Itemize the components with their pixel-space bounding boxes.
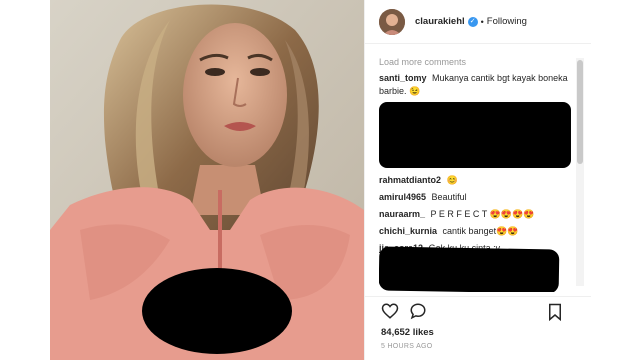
separator-dot: •	[480, 16, 484, 27]
comment-username[interactable]: rahmatdianto2	[379, 175, 441, 185]
scrollbar-thumb[interactable]	[577, 60, 583, 164]
post-timestamp: 5 HOURS AGO	[381, 343, 433, 350]
post-header: claurakiehl ✓ • Following	[365, 0, 591, 44]
load-more-comments-link[interactable]: Load more comments	[379, 52, 575, 72]
following-button[interactable]: Following	[487, 16, 527, 27]
heart-icon[interactable]	[381, 302, 399, 320]
post-actions: 84,652 likes 5 HOURS AGO	[365, 296, 591, 360]
comment-text: Beautiful	[431, 192, 467, 202]
comment-text: cantik banget😍😍	[442, 226, 519, 236]
post-photo[interactable]	[50, 0, 364, 360]
comment: amirul4965 Beautiful	[379, 191, 575, 204]
comment-username[interactable]: chichi_kurnia	[379, 226, 437, 236]
avatar[interactable]	[379, 8, 405, 35]
screenshot: claurakiehl ✓ • Following Load more comm…	[0, 0, 640, 360]
comment-username[interactable]: amirul4965	[379, 192, 426, 202]
comment-username[interactable]: nauraarm_	[379, 209, 425, 219]
comment-username[interactable]: santi_tomy	[379, 73, 427, 83]
post-panel: claurakiehl ✓ • Following Load more comm…	[364, 0, 591, 360]
redaction-blob	[379, 246, 560, 292]
comment-text: P E R F E C T 😍😍😍😍	[430, 209, 535, 219]
redaction-blob	[142, 268, 292, 354]
comment: santi_tomy Mukanya cantik bgt kayak bone…	[379, 72, 575, 98]
action-icons	[381, 297, 591, 325]
comment: chichi_kurnia cantik banget😍😍	[379, 225, 575, 238]
username-link[interactable]: claurakiehl	[415, 16, 465, 27]
comment: rahmatdianto2 😊	[379, 174, 575, 187]
comment-icon[interactable]	[409, 302, 427, 320]
bookmark-icon[interactable]	[547, 303, 563, 321]
redaction-blob	[379, 102, 571, 168]
comment-text: 😊	[446, 175, 458, 185]
comment: nauraarm_ P E R F E C T 😍😍😍😍	[379, 208, 575, 221]
likes-count[interactable]: 84,652 likes	[381, 327, 591, 338]
verified-badge-icon: ✓	[467, 16, 478, 27]
comments-scrollbar[interactable]	[576, 58, 584, 286]
comments-list: Load more comments santi_tomy Mukanya ca…	[379, 52, 575, 292]
